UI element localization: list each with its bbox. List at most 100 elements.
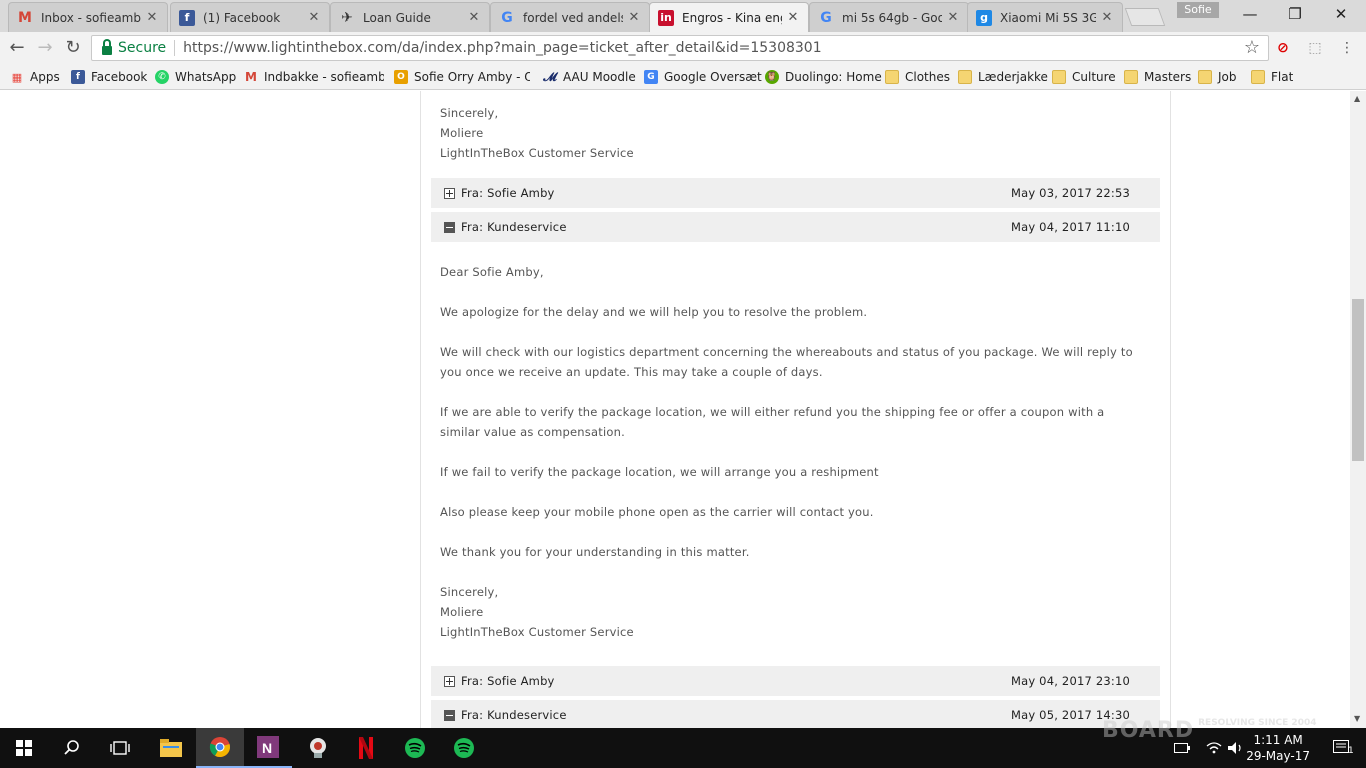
spotify-icon[interactable] [440,728,488,768]
bookmark-outlook[interactable]: O Sofie Orry Amby - Ou [394,68,530,86]
bookmark-duolingo[interactable]: 🦉 Duolingo: Home [765,68,882,86]
tab-loan-guide[interactable]: ✈ Loan Guide ✕ [330,2,490,32]
netflix-icon[interactable] [342,728,390,768]
message-date: May 03, 2017 22:53 [1010,186,1130,200]
page-viewport: Sincerely, Moliere LightInTheBox Custome… [0,91,1350,728]
message-paragraph: Also please keep your mobile phone open … [440,505,874,519]
bookmark-star-icon[interactable]: ☆ [1244,37,1260,58]
apps-grid-icon: ▦ [11,70,23,84]
tab-label: mi 5s 64gb - Goo [842,10,942,25]
bookmark-label: Clothes [905,70,950,84]
bookmark-indbakke[interactable]: M Indbakke - sofieamby [244,68,384,86]
lightinthebox-icon: in [658,9,674,26]
message-paragraph: If we fail to verify the package locatio… [440,465,879,479]
close-icon[interactable]: ✕ [1100,10,1114,25]
message-sender: Fra: Sofie Amby [461,186,555,200]
action-center-icon[interactable]: 1 [1318,728,1366,768]
close-icon[interactable]: ✕ [307,10,321,25]
bookmark-label: Masters [1144,70,1192,84]
pdf-extension-icon[interactable]: ⬚ [1305,38,1325,58]
bookmark-label: Apps [30,70,60,84]
reload-icon[interactable]: ↻ [61,36,85,60]
bookmark-label: Indbakke - sofieamby [264,70,384,84]
tab-lightinthebox[interactable]: in Engros - Kina eng ✕ [649,2,809,32]
bookmark-facebook[interactable]: f Facebook [71,68,147,86]
bookmark-folder-clothes[interactable]: Clothes [885,68,950,86]
close-icon[interactable]: ✕ [467,10,481,25]
bookmark-aau-moodle[interactable]: 𝓜 AAU Moodle [543,68,635,86]
profile-button[interactable]: Sofie [1177,2,1219,18]
close-icon[interactable]: ✕ [145,10,159,25]
bookmark-label: WhatsApp [175,70,237,84]
windows-start-icon[interactable] [0,728,48,768]
bookmark-whatsapp[interactable]: ✆ WhatsApp [155,68,236,86]
collapse-icon[interactable] [444,221,455,233]
outlook-icon: O [394,70,408,84]
onenote-icon[interactable]: N [244,728,292,768]
scroll-down-icon[interactable]: ▼ [1354,714,1360,723]
collapse-icon[interactable] [444,709,455,721]
tab-gmail[interactable]: M Inbox - sofieamby ✕ [8,2,168,32]
file-explorer-icon[interactable] [147,728,195,768]
tab-google-fordel[interactable]: G fordel ved andelsb ✕ [490,2,650,32]
bookmark-label: Google Oversæt [664,70,762,84]
scrollbar-thumb[interactable] [1352,299,1364,461]
bookmark-folder-culture[interactable]: Culture [1052,68,1116,86]
bookmark-label: Læderjakke [978,70,1048,84]
url-text[interactable]: https://www.lightinthebox.com/da/index.p… [183,40,821,56]
restore-icon[interactable]: ❐ [1280,4,1310,24]
signature-name: Moliere [440,126,484,140]
menu-icon[interactable]: ⋮ [1337,38,1357,58]
spotify-alt-icon[interactable] [391,728,439,768]
scroll-up-icon[interactable]: ▲ [1354,94,1360,103]
expand-icon[interactable] [444,675,455,687]
bookmark-apps[interactable]: ▦ Apps [10,68,60,86]
bookmark-folder-laederjakke[interactable]: Læderjakke [958,68,1048,86]
chrome-icon[interactable] [196,728,244,768]
signature-company: LightInTheBox Customer Service [440,146,634,160]
tab-label: fordel ved andelsb [523,10,623,25]
thread-row[interactable]: Fra: Kundeservice May 05, 2017 14:30 [431,700,1160,728]
facebook-icon: f [179,9,195,26]
tab-label: (1) Facebook [203,10,281,25]
message-paragraph: We apologize for the delay and we will h… [440,305,868,319]
folder-icon [1198,70,1212,84]
new-tab-button[interactable] [1124,8,1166,26]
close-icon[interactable]: ✕ [946,10,960,25]
loan-guide-icon: ✈ [341,9,353,26]
google-icon: G [820,9,832,26]
page-scrollbar[interactable]: ▲ ▼ [1350,91,1366,728]
google-translate-icon: G [644,70,658,84]
address-bar[interactable]: Secure https://www.lightinthebox.com/da/… [91,35,1269,61]
game-app-icon[interactable] [294,728,342,768]
tab-xiaomi[interactable]: g Xiaomi Mi 5S 3GB ✕ [967,2,1123,32]
close-icon[interactable]: ✕ [786,10,800,25]
close-window-icon[interactable]: ✕ [1326,4,1356,24]
adblock-extension-icon[interactable]: ⊘ [1273,38,1293,58]
tab-google-mi5s[interactable]: G mi 5s 64gb - Goo ✕ [809,2,969,32]
bookmark-google-translate[interactable]: G Google Oversæt [644,68,762,86]
message-paragraph: We thank you for your understanding in t… [440,545,750,559]
bookmark-folder-flat[interactable]: Flat [1251,68,1293,86]
bookmark-folder-masters[interactable]: Masters [1124,68,1191,86]
bookmarks-bar: ▦ Apps f Facebook ✆ WhatsApp M Indbakke … [0,64,1366,90]
bookmark-label: Sofie Orry Amby - Ou [414,70,530,84]
search-icon[interactable] [48,728,96,768]
thread-row[interactable]: Fra: Kundeservice May 04, 2017 11:10 [431,212,1160,242]
tab-facebook[interactable]: f (1) Facebook ✕ [170,2,330,32]
message-sender: Fra: Sofie Amby [461,674,555,688]
signature-company: LightInTheBox Customer Service [440,625,634,639]
omnibox-divider [174,40,176,56]
thread-row[interactable]: Fra: Sofie Amby May 03, 2017 22:53 [431,178,1160,208]
message-date: May 04, 2017 23:10 [1010,674,1130,688]
task-view-icon[interactable] [96,728,144,768]
thread-row[interactable]: Fra: Sofie Amby May 04, 2017 23:10 [431,666,1160,696]
minimize-icon[interactable]: — [1235,4,1265,24]
expand-icon[interactable] [444,187,455,199]
back-icon[interactable]: ← [5,36,29,60]
signature-closing: Sincerely, [440,106,499,120]
bookmark-folder-job[interactable]: Job [1198,68,1237,86]
message-paragraph: We will check with our logistics departm… [440,345,1133,379]
forward-icon[interactable]: → [33,36,57,60]
close-icon[interactable]: ✕ [627,10,641,25]
